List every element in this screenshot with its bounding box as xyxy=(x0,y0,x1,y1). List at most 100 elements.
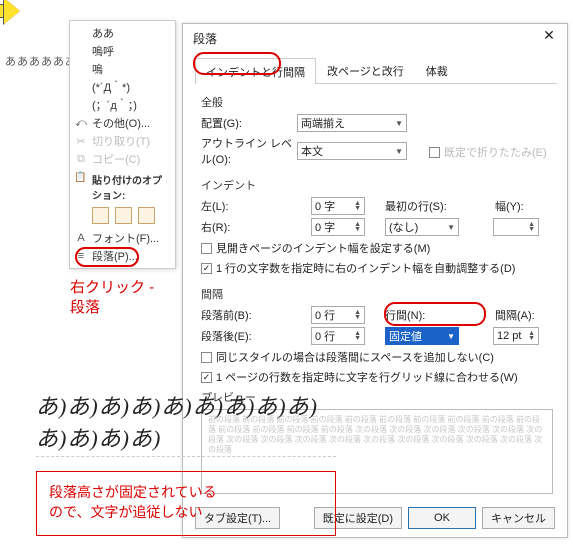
firstline-value: (なし) xyxy=(389,219,418,235)
paste-option-2-icon[interactable] xyxy=(115,207,132,224)
firstline-label: 最初の行(S): xyxy=(385,198,455,214)
ctx-label: (；´д｀；) xyxy=(92,97,137,113)
align-value: 両端揃え xyxy=(301,115,345,131)
fitgrid-checkbox-row[interactable]: ✓ 1 ページの行数を指定時に文字を行グリッド線に合わせる(W) xyxy=(201,369,553,385)
align-select[interactable]: 両端揃え ▼ xyxy=(297,114,407,132)
left-spin[interactable]: 0 字▲▼ xyxy=(311,197,365,215)
autoindent-label: 1 行の文字数を指定時に右のインデント幅を自動調整する(D) xyxy=(216,260,515,276)
paste-icon: 📋 xyxy=(74,172,86,183)
fold-checkbox-row[interactable]: 既定で折りたたみ(E) xyxy=(429,144,547,160)
paragraph-icon: ≡ xyxy=(74,250,88,262)
ctx-item-cand1[interactable]: ああ xyxy=(70,24,175,42)
ctx-label: 切り取り(T) xyxy=(92,133,150,149)
example-note-line1: 段落高さが固定されている xyxy=(49,484,217,500)
ctx-label: 嗚 xyxy=(92,61,103,77)
tab-style[interactable]: 体裁 xyxy=(415,57,459,83)
lineheight-label: 行間(N): xyxy=(385,307,455,323)
tab-indent[interactable]: インデントと行間隔 xyxy=(195,58,316,84)
spinner-icon[interactable]: ▲▼ xyxy=(354,310,361,320)
dialog-title: 段落 xyxy=(193,32,217,46)
mirror-checkbox-row[interactable]: 見開きページのインデント幅を設定する(M) xyxy=(201,240,553,256)
nospace-checkbox-row[interactable]: 同じスタイルの場合は段落間にスペースを追加しない(C) xyxy=(201,349,553,365)
before-spin[interactable]: 0 行▲▼ xyxy=(311,306,365,324)
lineheight-value: 固定値 xyxy=(389,328,422,344)
tab-strip: インデントと行間隔 改ページと改行 体裁 xyxy=(195,57,557,84)
fitgrid-label: 1 ページの行数を指定時に文字を行グリッド線に合わせる(W) xyxy=(216,369,518,385)
section-general: 全般 配置(G): 両端揃え▼ アウトライン レベル(O): 本文▼ 既定で折り… xyxy=(201,94,553,167)
ctx-label: フォント(F)... xyxy=(92,230,159,246)
outline-select[interactable]: 本文 ▼ xyxy=(297,142,407,160)
chevron-down-icon: ▼ xyxy=(395,119,403,128)
spacing-header: 間隔 xyxy=(201,286,553,302)
ctx-item-cand3[interactable]: 嗚 xyxy=(70,60,175,78)
ctx-item-font[interactable]: A フォント(F)... xyxy=(70,229,175,247)
left-label: 左(L): xyxy=(201,198,237,214)
ctx-item-cand2[interactable]: 嗚呼 xyxy=(70,42,175,60)
example-note-line2: ので、文字が追従しない xyxy=(49,504,202,520)
example-note-box: 段落高さが固定されているので、文字が追従しない xyxy=(36,471,336,536)
firstline-select[interactable]: (なし) ▼ xyxy=(385,218,459,236)
after-spin[interactable]: 0 行▲▼ xyxy=(311,327,365,345)
cancel-button[interactable]: キャンセル xyxy=(482,507,555,529)
ctx-label: (*´Д｀*) xyxy=(92,79,130,95)
chevron-down-icon: ▼ xyxy=(395,147,403,156)
before-label: 段落前(B): xyxy=(201,307,261,323)
font-icon: A xyxy=(74,232,88,244)
gap-value: 12 pt xyxy=(497,330,526,342)
spinner-icon[interactable]: ▲▼ xyxy=(354,331,361,341)
width-spin[interactable]: ▲▼ xyxy=(493,218,539,236)
ctx-item-cut[interactable]: ✂ 切り取り(T) xyxy=(70,132,175,150)
ctx-item-other[interactable]: ⤺ その他(O)... xyxy=(70,114,175,132)
context-menu: ああ 嗚呼 嗚 (*´Д｀*) (；´д｀；) ⤺ その他(O)... ✂ 切り取り… xyxy=(69,20,176,269)
ok-button[interactable]: OK xyxy=(408,507,476,529)
outline-value: 本文 xyxy=(301,143,323,159)
cut-icon: ✂ xyxy=(74,135,88,148)
paste-options-header: 📋 貼り付けのオプション: xyxy=(70,168,175,204)
lineheight-select[interactable]: 固定値 ▼ xyxy=(385,327,459,345)
right-spin[interactable]: 0 字▲▼ xyxy=(311,218,365,236)
paste-options-icons xyxy=(70,204,175,229)
example-block: あ)あ)あ)あ)あ)あ)あ)あ)あ)あ)あ)あ)あ) 段落高さが固定されているの… xyxy=(36,389,336,536)
nospace-checkbox[interactable] xyxy=(201,352,212,363)
after-value: 0 行 xyxy=(315,328,352,344)
fitgrid-checkbox[interactable]: ✓ xyxy=(201,372,212,383)
nospace-label: 同じスタイルの場合は段落間にスペースを追加しない(C) xyxy=(216,349,494,365)
mirror-label: 見開きページのインデント幅を設定する(M) xyxy=(216,240,430,256)
spinner-icon[interactable]: ▲▼ xyxy=(528,331,535,341)
spinner-icon[interactable]: ▲▼ xyxy=(354,201,361,211)
ctx-label: 段落(P)... xyxy=(92,248,138,264)
outline-label: アウトライン レベル(O): xyxy=(201,135,297,167)
annotation-line1: 右クリック - xyxy=(70,279,154,296)
ctx-item-emoji1[interactable]: (*´Д｀*) xyxy=(70,78,175,96)
autoindent-checkbox[interactable]: ✓ xyxy=(201,263,212,274)
convert-icon: ⤺ xyxy=(74,117,88,130)
spinner-icon[interactable]: ▲▼ xyxy=(528,222,535,232)
section-spacing: 間隔 段落前(B): 0 行▲▼ 行間(N): 間隔(A): 段落後(E): 0… xyxy=(201,286,553,385)
paste-option-3-icon[interactable] xyxy=(138,207,155,224)
chevron-down-icon: ▼ xyxy=(447,223,455,232)
example-letters: あ)あ)あ)あ)あ)あ)あ)あ)あ)あ)あ)あ)あ) xyxy=(36,389,336,457)
spinner-icon[interactable]: ▲▼ xyxy=(354,222,361,232)
annotation-line2: 段落 xyxy=(70,299,100,316)
width-label: 幅(Y): xyxy=(495,198,524,214)
fold-label: 既定で折りたたみ(E) xyxy=(444,144,547,160)
copy-icon: ⧉ xyxy=(74,153,88,166)
ctx-item-paragraph[interactable]: ≡ 段落(P)... xyxy=(70,247,175,265)
ctx-item-copy[interactable]: ⧉コピー(C) xyxy=(70,150,175,168)
paste-option-1-icon[interactable] xyxy=(92,207,109,224)
autoindent-checkbox-row[interactable]: ✓ 1 行の文字数を指定時に右のインデント幅を自動調整する(D) xyxy=(201,260,553,276)
gap-spin[interactable]: 12 pt▲▼ xyxy=(493,327,539,345)
ctx-label: ああ xyxy=(92,25,114,41)
right-label: 右(R): xyxy=(201,219,237,235)
align-label: 配置(G): xyxy=(201,115,297,131)
ctx-item-emoji2[interactable]: (；´д｀；) xyxy=(70,96,175,114)
right-value: 0 字 xyxy=(315,219,352,235)
ctx-label: その他(O)... xyxy=(92,115,150,131)
left-value: 0 字 xyxy=(315,198,352,214)
close-button[interactable]: ✕ xyxy=(537,27,561,44)
mirror-checkbox[interactable] xyxy=(201,243,212,254)
paste-options-label: 貼り付けのオプション: xyxy=(92,176,162,202)
tab-pagebreak[interactable]: 改ページと改行 xyxy=(316,57,415,83)
chevron-down-icon: ▼ xyxy=(447,332,455,341)
fold-checkbox[interactable] xyxy=(429,147,440,158)
